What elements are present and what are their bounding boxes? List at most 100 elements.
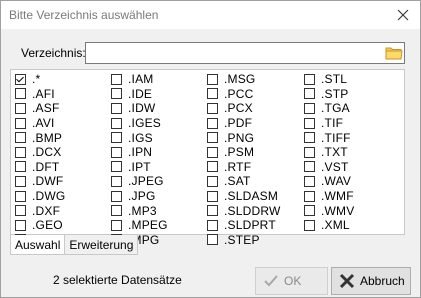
file-type-checkbox[interactable] — [207, 102, 218, 114]
file-type-item[interactable]: .PCC — [207, 87, 281, 102]
file-type-label: .TIFF — [321, 130, 351, 145]
file-type-checkbox[interactable] — [207, 161, 218, 173]
file-type-checkbox[interactable] — [207, 234, 218, 246]
file-type-item[interactable]: .TIF — [304, 116, 354, 131]
file-type-item[interactable]: .DWG — [15, 189, 65, 204]
file-type-item[interactable]: .TIFF — [304, 130, 354, 145]
file-type-item[interactable]: .* — [15, 72, 65, 87]
file-type-checkbox[interactable] — [207, 88, 218, 100]
file-type-item[interactable]: .PDF — [207, 116, 281, 131]
cancel-button[interactable]: Abbruch — [331, 267, 411, 295]
tab-erweiterung[interactable]: Erweiterung — [65, 235, 139, 255]
file-type-item[interactable]: .WMF — [304, 189, 354, 204]
file-type-item[interactable]: .IDW — [111, 101, 168, 116]
file-type-item[interactable]: .DWF — [15, 174, 65, 189]
file-type-item[interactable]: .JPG — [111, 189, 168, 204]
file-type-checkbox[interactable] — [15, 190, 26, 202]
file-type-item[interactable]: .VST — [304, 160, 354, 175]
file-type-checkbox[interactable] — [111, 73, 122, 85]
file-type-item[interactable]: .MSG — [207, 72, 281, 87]
file-type-checkbox[interactable] — [111, 161, 122, 173]
file-type-checkbox[interactable] — [207, 146, 218, 158]
file-type-item[interactable]: .STL — [304, 72, 354, 87]
file-type-checkbox[interactable] — [304, 205, 315, 217]
file-type-item[interactable]: .SAT — [207, 174, 281, 189]
file-type-checkbox[interactable] — [111, 190, 122, 202]
file-type-checkbox[interactable] — [15, 102, 26, 114]
close-button[interactable] — [390, 3, 416, 27]
ok-button[interactable]: OK — [255, 267, 328, 295]
file-type-checkbox[interactable] — [304, 73, 315, 85]
file-type-item[interactable]: .PNG — [207, 130, 281, 145]
file-type-checkbox[interactable] — [304, 146, 315, 158]
file-type-item[interactable]: .IPT — [111, 160, 168, 175]
file-type-checkbox[interactable] — [15, 161, 26, 173]
file-type-item[interactable]: .GEO — [15, 218, 65, 233]
directory-input[interactable] — [85, 42, 405, 64]
file-type-label: .PCC — [224, 86, 254, 101]
file-type-checkbox[interactable] — [111, 219, 122, 231]
file-type-item[interactable]: .AFI — [15, 87, 65, 102]
file-type-checkbox[interactable] — [304, 161, 315, 173]
file-type-checkbox[interactable] — [15, 219, 26, 231]
file-type-checkbox[interactable] — [15, 146, 26, 158]
file-type-checkbox[interactable] — [15, 205, 26, 217]
file-type-item[interactable]: .WAV — [304, 174, 354, 189]
file-type-checkbox[interactable] — [207, 175, 218, 187]
file-type-checkbox[interactable] — [207, 117, 218, 129]
file-type-item[interactable]: .BMP — [15, 130, 65, 145]
file-type-item[interactable]: .MPEG — [111, 218, 168, 233]
file-type-item[interactable]: .DFT — [15, 160, 65, 175]
file-type-item[interactable]: .PSM — [207, 145, 281, 160]
file-type-checkbox[interactable] — [15, 175, 26, 187]
file-type-checkbox[interactable] — [304, 190, 315, 202]
file-type-item[interactable]: .DCX — [15, 145, 65, 160]
file-type-item[interactable]: .ASF — [15, 101, 65, 116]
file-type-checkbox[interactable] — [111, 175, 122, 187]
file-type-item[interactable]: .IGS — [111, 130, 168, 145]
file-type-checkbox[interactable] — [15, 88, 26, 100]
file-type-item[interactable]: .XML — [304, 218, 354, 233]
file-type-item[interactable]: .AVI — [15, 116, 65, 131]
file-type-checkbox[interactable] — [207, 132, 218, 144]
file-type-item[interactable]: .MP3 — [111, 203, 168, 218]
file-type-checkbox[interactable] — [304, 88, 315, 100]
file-type-item[interactable]: .WMV — [304, 203, 354, 218]
file-type-item[interactable]: .PCX — [207, 101, 281, 116]
file-type-checkbox[interactable] — [15, 73, 26, 85]
file-type-item[interactable]: .RTF — [207, 160, 281, 175]
file-type-checkbox[interactable] — [207, 73, 218, 85]
file-type-item[interactable]: .JPEG — [111, 174, 168, 189]
file-type-item[interactable]: .IAM — [111, 72, 168, 87]
file-type-checkbox[interactable] — [111, 102, 122, 114]
file-type-checkbox[interactable] — [207, 190, 218, 202]
file-type-item[interactable]: .DXF — [15, 203, 65, 218]
file-type-checkbox[interactable] — [304, 102, 315, 114]
file-type-checkbox[interactable] — [304, 175, 315, 187]
file-type-item[interactable]: .SLDPRT — [207, 218, 281, 233]
file-type-checkbox[interactable] — [111, 88, 122, 100]
file-type-checkbox[interactable] — [111, 132, 122, 144]
file-type-item[interactable]: .STEP — [207, 233, 281, 248]
file-type-item[interactable]: .IGES — [111, 116, 168, 131]
file-type-label: .IGS — [128, 130, 153, 145]
tab-auswahl[interactable]: Auswahl — [10, 235, 66, 255]
file-type-item[interactable]: .IDE — [111, 87, 168, 102]
browse-folder-button[interactable] — [385, 44, 403, 62]
file-type-item[interactable]: .SLDASM — [207, 189, 281, 204]
file-type-checkbox[interactable] — [304, 132, 315, 144]
file-type-checkbox[interactable] — [15, 132, 26, 144]
file-type-checkbox[interactable] — [304, 219, 315, 231]
file-type-checkbox[interactable] — [111, 117, 122, 129]
file-type-checkbox[interactable] — [15, 117, 26, 129]
file-type-item[interactable]: .TXT — [304, 145, 354, 160]
file-type-item[interactable]: .SLDDRW — [207, 203, 281, 218]
file-type-checkbox[interactable] — [207, 205, 218, 217]
file-type-checkbox[interactable] — [207, 219, 218, 231]
file-type-item[interactable]: .STP — [304, 87, 354, 102]
file-type-checkbox[interactable] — [111, 146, 122, 158]
file-type-item[interactable]: .TGA — [304, 101, 354, 116]
file-type-item[interactable]: .IPN — [111, 145, 168, 160]
file-type-checkbox[interactable] — [304, 117, 315, 129]
file-type-checkbox[interactable] — [111, 205, 122, 217]
